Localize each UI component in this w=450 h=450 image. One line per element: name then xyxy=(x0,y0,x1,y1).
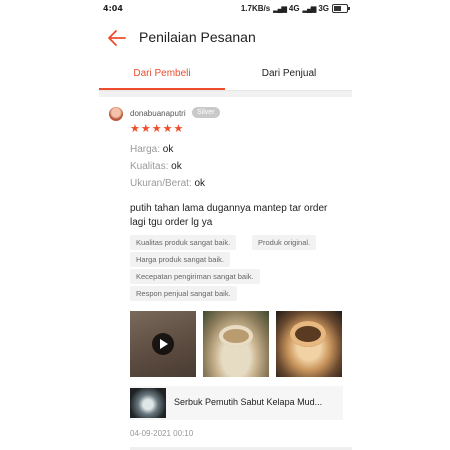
attribute-price: Harga: ok xyxy=(130,144,173,155)
status-time: 4:04 xyxy=(103,4,123,13)
page-title: Penilaian Pesanan xyxy=(139,29,256,45)
tab-from-seller[interactable]: Dari Penjual xyxy=(226,68,352,79)
network-speed: 1.7KB/s xyxy=(240,4,271,13)
tab-from-buyer[interactable]: Dari Pembeli xyxy=(99,68,225,79)
avatar[interactable] xyxy=(109,107,123,121)
review-date: 04-09-2021 00:10 xyxy=(130,429,194,438)
product-thumbnail xyxy=(130,388,166,418)
product-name: Serbuk Pemutih Sabut Kelapa Mud... xyxy=(174,397,323,407)
tab-bar: Dari Pembeli Dari Penjual xyxy=(99,60,352,91)
battery-icon xyxy=(332,4,350,13)
reviewer-username: donabuanaputri xyxy=(130,109,186,118)
network-type-b: 3G xyxy=(318,4,329,13)
app-screen: 4:04 1.7KB/s ▂▄▆ 4G ▂▄▆ 3G Penilaian Pes… xyxy=(99,0,352,450)
coconut-photo-icon xyxy=(290,321,326,347)
active-tab-indicator xyxy=(99,88,225,90)
attribute-value: ok xyxy=(162,144,174,155)
status-bar: 4:04 1.7KB/s ▂▄▆ 4G ▂▄▆ 3G xyxy=(99,0,352,18)
review-tag: Harga produk sangat baik. xyxy=(130,252,230,267)
product-link[interactable]: Serbuk Pemutih Sabut Kelapa Mud... xyxy=(130,386,343,420)
review-tag: Kecepatan pengiriman sangat baik. xyxy=(130,269,260,284)
status-right: 1.7KB/s ▂▄▆ 4G ▂▄▆ 3G xyxy=(240,4,350,13)
attribute-key: Harga: xyxy=(130,144,161,155)
review-tag: Produk original. xyxy=(252,235,317,250)
attribute-value: ok xyxy=(194,178,206,189)
attribute-value: ok xyxy=(171,161,182,172)
attribute-quality: Kualitas: ok xyxy=(130,161,182,172)
attribute-key: Kualitas: xyxy=(130,161,169,172)
review-tag: Respon penjual sangat baik. xyxy=(130,286,237,301)
attribute-key: Ukuran/Berat: xyxy=(130,178,192,189)
back-arrow-icon[interactable] xyxy=(107,28,127,48)
coconut-photo-icon xyxy=(219,325,253,347)
play-icon[interactable] xyxy=(152,333,174,355)
rating-stars-icon: ★★★★★ xyxy=(130,123,185,135)
battery-fill xyxy=(334,6,342,11)
member-badge: Silver xyxy=(192,107,220,118)
section-divider xyxy=(99,91,352,97)
signal-icon-2: ▂▄▆ xyxy=(302,5,317,13)
review-comment: putih tahan lama dugannya mantep tar ord… xyxy=(130,203,328,228)
header: Penilaian Pesanan xyxy=(99,20,352,56)
review-photo-1[interactable] xyxy=(203,311,269,377)
review-photo-2[interactable] xyxy=(276,311,342,377)
attribute-size-weight: Ukuran/Berat: ok xyxy=(130,178,205,189)
network-type-a: 4G xyxy=(288,4,300,13)
review-tag: Kualitas produk sangat baik. xyxy=(130,235,237,250)
signal-icon: ▂▄▆ xyxy=(273,5,287,13)
review-video-thumbnail[interactable] xyxy=(130,311,196,377)
